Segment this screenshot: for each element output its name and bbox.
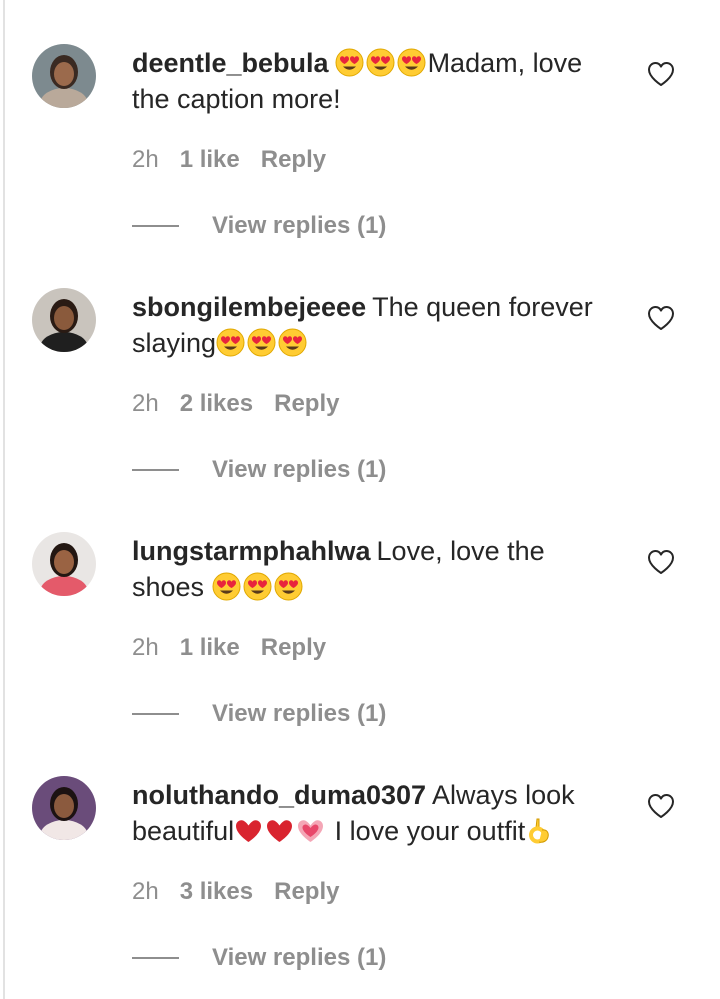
comment-username[interactable]: deentle_bebula	[132, 48, 329, 78]
avatar[interactable]	[32, 288, 96, 352]
comment-username[interactable]: lungstarmphahlwa	[132, 536, 371, 566]
growing-heart-emoji	[296, 816, 325, 845]
comment-timestamp: 2h	[132, 634, 159, 661]
like-count[interactable]: 2 likes	[180, 390, 253, 417]
heart-eyes-emoji	[212, 572, 241, 601]
comment-item: deentle_bebula Madam, love the caption mo…	[0, 0, 720, 244]
avatar[interactable]	[32, 776, 96, 840]
comment-meta: 2h 1 like Reply	[132, 145, 347, 175]
like-count[interactable]: 3 likes	[180, 878, 253, 905]
comment-meta: 2h 1 like Reply	[132, 633, 347, 663]
comment-timestamp: 2h	[132, 146, 159, 173]
red-heart-emoji	[265, 816, 294, 845]
reply-button[interactable]: Reply	[261, 146, 326, 173]
comment-text: deentle_bebula Madam, love the caption mo…	[132, 45, 622, 117]
reply-button[interactable]: Reply	[274, 878, 339, 905]
comment-text: sbongilembejeeee The queen forever slayin…	[132, 289, 622, 361]
like-heart-icon[interactable]	[647, 305, 675, 331]
reply-button[interactable]: Reply	[261, 634, 326, 661]
heart-eyes-emoji	[397, 48, 426, 77]
heart-eyes-emoji	[216, 328, 245, 357]
view-replies-label: View replies (1)	[212, 456, 387, 483]
comment-timestamp: 2h	[132, 878, 159, 905]
comment-timestamp: 2h	[132, 390, 159, 417]
view-replies-label: View replies (1)	[212, 944, 387, 971]
comment-meta: 2h 3 likes Reply	[132, 877, 360, 907]
view-replies-label: View replies (1)	[212, 700, 387, 727]
replies-divider-line	[132, 713, 179, 715]
comment-text: lungstarmphahlwa Love, love the shoes	[132, 533, 622, 605]
comment-username[interactable]: noluthando_duma0307	[132, 780, 426, 810]
comment-username[interactable]: sbongilembejeeee	[132, 292, 366, 322]
avatar[interactable]	[32, 532, 96, 596]
heart-eyes-emoji	[335, 48, 364, 77]
comment-item: sbongilembejeeee The queen forever slayin…	[0, 244, 720, 488]
heart-eyes-emoji	[243, 572, 272, 601]
replies-divider-line	[132, 469, 179, 471]
ok-hand-emoji	[525, 816, 554, 845]
like-count[interactable]: 1 like	[180, 634, 240, 661]
replies-divider-line	[132, 957, 179, 959]
reply-button[interactable]: Reply	[274, 390, 339, 417]
comment-text: noluthando_duma0307 Always look beautiful…	[132, 777, 622, 849]
comment-item: noluthando_duma0307 Always look beautiful…	[0, 732, 720, 976]
red-heart-emoji	[234, 816, 263, 845]
view-replies-label: View replies (1)	[212, 212, 387, 239]
comment-body-text: I love your outfit	[327, 816, 526, 846]
replies-divider-line	[132, 225, 179, 227]
heart-eyes-emoji	[278, 328, 307, 357]
like-heart-icon[interactable]	[647, 549, 675, 575]
heart-eyes-emoji	[366, 48, 395, 77]
heart-eyes-emoji	[274, 572, 303, 601]
like-heart-icon[interactable]	[647, 793, 675, 819]
avatar[interactable]	[32, 44, 96, 108]
like-heart-icon[interactable]	[647, 61, 675, 87]
like-count[interactable]: 1 like	[180, 146, 240, 173]
comment-meta: 2h 2 likes Reply	[132, 389, 360, 419]
comment-item: lungstarmphahlwa Love, love the shoes 2h 1…	[0, 488, 720, 732]
heart-eyes-emoji	[247, 328, 276, 357]
